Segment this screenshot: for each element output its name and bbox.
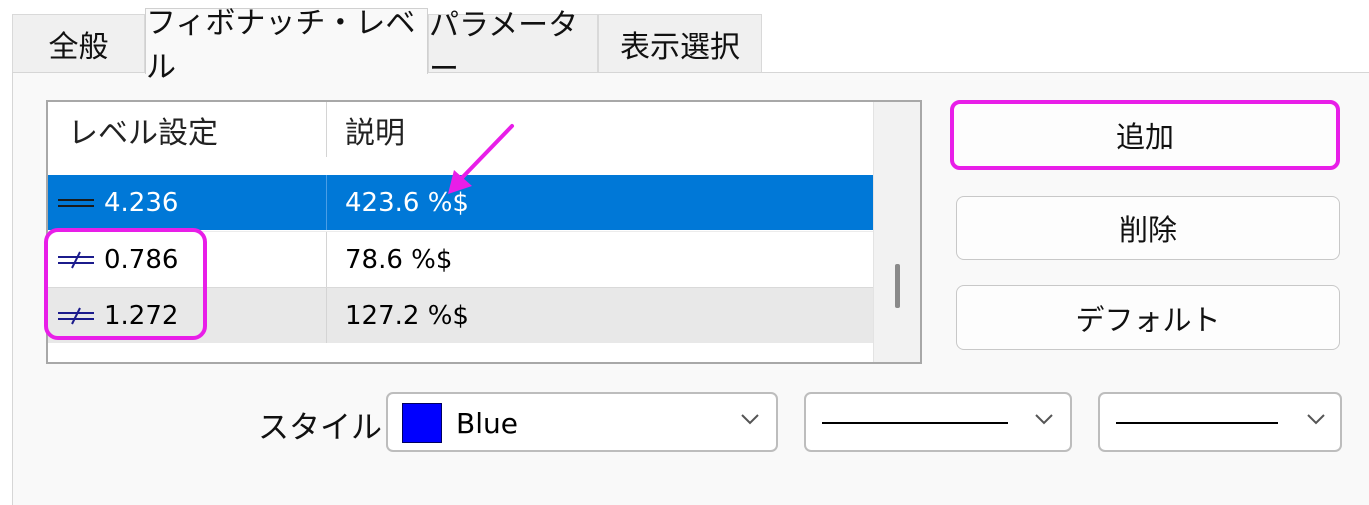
scrollbar-thumb[interactable]	[895, 264, 900, 308]
level-cell: 4.236	[48, 175, 326, 230]
tab-parameters[interactable]: パラメーター	[428, 8, 598, 87]
tab-bar: 全般 フィボナッチ・レベル パラメーター 表示選択	[0, 0, 1369, 87]
tab-fibonacci-levels[interactable]: フィボナッチ・レベル	[145, 6, 428, 85]
description-cell: 423.6 %$	[326, 175, 875, 230]
line-style-select[interactable]	[1098, 392, 1342, 452]
chevron-down-icon	[1307, 414, 1325, 425]
level-value: 4.236	[104, 187, 179, 218]
description-cell: 78.6 %$	[326, 232, 875, 287]
line-style-sample	[1116, 422, 1278, 424]
tab-general-label: 全般	[48, 29, 109, 65]
delete-button[interactable]: 削除	[956, 196, 1340, 260]
add-button-label: 追加	[1115, 120, 1174, 154]
line-width-select[interactable]	[804, 392, 1072, 452]
column-header-level[interactable]: レベル設定	[48, 102, 326, 157]
line-width-sample	[822, 422, 1008, 424]
delete-button-label: 削除	[1118, 213, 1177, 247]
color-select-value: Blue	[456, 407, 518, 440]
default-button-label: デフォルト	[1075, 302, 1221, 337]
chevron-down-icon	[741, 414, 759, 425]
tab-general[interactable]: 全般	[12, 14, 145, 72]
column-header-description[interactable]: 説明	[326, 102, 875, 157]
vertical-scrollbar[interactable]	[873, 102, 920, 362]
highlight-annotation	[44, 228, 207, 340]
solid-line-icon	[58, 198, 94, 207]
tab-fibonacci-levels-label: フィボナッチ・レベル	[146, 5, 416, 85]
tab-visibility-label: 表示選択	[620, 29, 740, 65]
arrow-annotation-icon	[448, 124, 514, 194]
color-select[interactable]: Blue	[386, 392, 778, 452]
default-button[interactable]: デフォルト	[956, 285, 1340, 350]
style-label: スタイル	[258, 410, 382, 446]
color-swatch	[402, 403, 442, 443]
chevron-down-icon	[1035, 414, 1053, 425]
tab-visibility[interactable]: 表示選択	[598, 14, 762, 72]
add-button[interactable]: 追加	[950, 100, 1340, 170]
description-cell: 127.2 %$	[326, 288, 875, 343]
